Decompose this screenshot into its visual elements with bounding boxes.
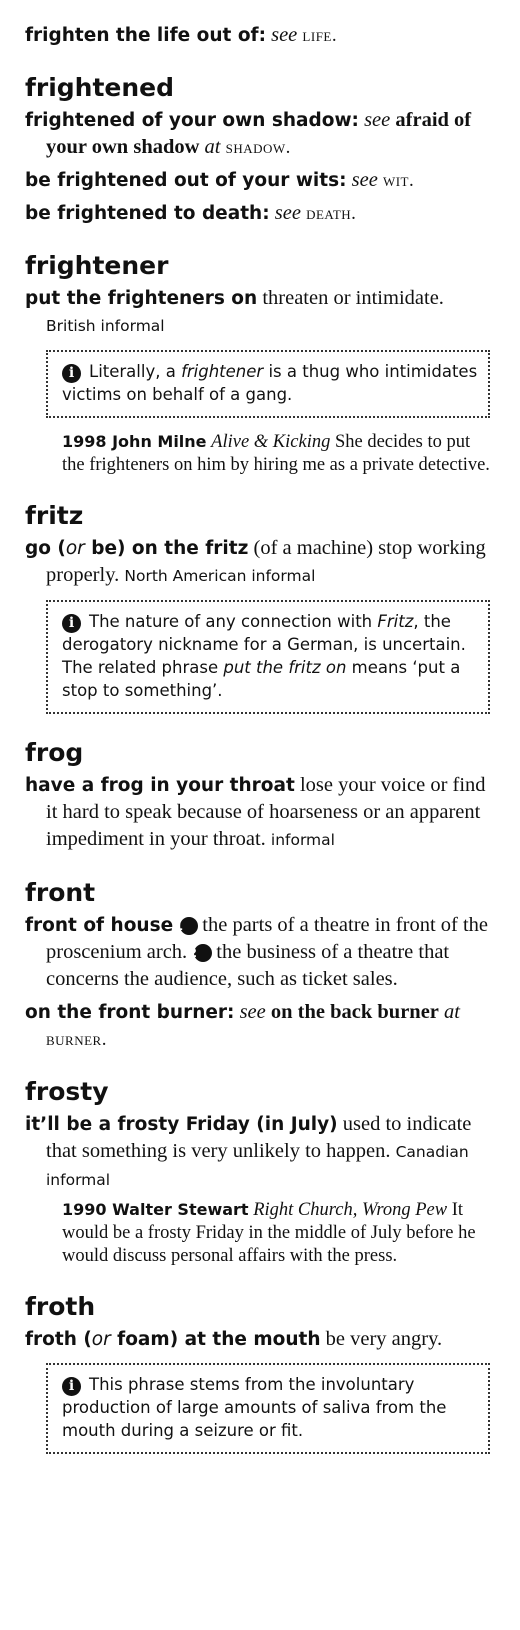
phrase: front of house xyxy=(25,915,174,936)
info-circle-icon: i xyxy=(62,364,81,383)
headword-frosty: frosty xyxy=(25,1077,109,1106)
register-label: British informal xyxy=(46,317,165,335)
citation-author: 1998 John Milne xyxy=(62,432,207,451)
definition: be very angry. xyxy=(325,1328,443,1350)
phrase-entry: froth (or foam) at the mouth be very ang… xyxy=(25,1326,490,1353)
phrase-entry: front of house 1 the parts of a theatre i… xyxy=(25,912,490,993)
phrase: frighten the life out of xyxy=(25,25,259,46)
phrase-entry: have a frog in your throat lose your voi… xyxy=(25,772,490,854)
see-label: see xyxy=(351,169,378,191)
info-note: i The nature of any connection with Fritz… xyxy=(46,600,490,714)
phrase: put the frighteners on xyxy=(25,288,258,309)
phrase-entry: be frightened out of your wits: see wit. xyxy=(25,169,415,191)
info-circle-icon: i xyxy=(62,614,81,633)
phrase-entry: put the frighteners on threaten or intim… xyxy=(25,285,490,340)
at-label: at xyxy=(444,1001,460,1023)
crossref-target: life. xyxy=(302,25,338,46)
phrase: be frightened out of your wits xyxy=(25,170,340,191)
headword-frightener: frightener xyxy=(25,251,169,280)
phrase-entry: on the front burner: see on the back bur… xyxy=(25,1001,460,1050)
citation-source: Right Church, Wrong Pew xyxy=(253,1200,448,1220)
citation-quote: 1990 Walter Stewart Right Church, Wrong … xyxy=(62,1198,490,1268)
info-circle-icon: i xyxy=(62,1377,81,1396)
phrase: be frightened to death xyxy=(25,203,263,224)
crossref-target: shadow. xyxy=(225,137,291,158)
phrase: froth (or foam) at the mouth xyxy=(25,1329,321,1350)
sense-number-icon: 1 xyxy=(175,917,199,935)
register-label: North American informal xyxy=(124,567,316,585)
crossref-frighten-life: frighten the life out of: see life. xyxy=(25,24,338,46)
see-label: see xyxy=(364,109,391,131)
crossref-target: death. xyxy=(306,203,357,224)
headword-froth: froth xyxy=(25,1292,96,1321)
info-note: i Literally, a frightener is a thug who i… xyxy=(46,350,490,418)
phrase-entry: frightened of your own shadow: see afrai… xyxy=(25,109,472,158)
headword-front: front xyxy=(25,878,96,907)
dictionary-page: frighten the life out of: see life. frig… xyxy=(0,0,520,1454)
crossref-target: burner. xyxy=(46,1029,107,1050)
headword-fritz: fritz xyxy=(25,501,84,530)
see-label: see xyxy=(271,24,298,46)
see-label: see xyxy=(274,202,301,224)
phrase: go (or be) on the fritz xyxy=(25,538,249,559)
definition: threaten or intimidate. xyxy=(262,287,444,309)
headword-frog: frog xyxy=(25,738,84,767)
at-label: at xyxy=(204,136,221,158)
crossref-target: wit. xyxy=(382,170,415,191)
see-label: see xyxy=(239,1001,266,1023)
phrase: frightened of your own shadow xyxy=(25,110,352,131)
register-label: informal xyxy=(270,831,335,849)
phrase: on the front burner xyxy=(25,1002,228,1023)
citation-quote: 1998 John Milne Alive & Kicking She deci… xyxy=(62,430,490,477)
phrase-entry: it’ll be a frosty Friday (in July) used … xyxy=(25,1111,490,1194)
citation-source: Alive & Kicking xyxy=(211,432,331,452)
headword-frightened: frightened xyxy=(25,73,175,102)
citation-author: 1990 Walter Stewart xyxy=(62,1200,249,1219)
phrase-entry: be frightened to death: see death. xyxy=(25,202,357,224)
phrase-entry: go (or be) on the fritz (of a machine) s… xyxy=(25,535,490,590)
info-note: i This phrase stems from the involuntary … xyxy=(46,1363,490,1454)
sense-number-icon: 2 xyxy=(189,944,213,962)
phrase: it’ll be a frosty Friday (in July) xyxy=(25,1114,338,1135)
phrase: have a frog in your throat xyxy=(25,775,295,796)
crossref-phrase: on the back burner xyxy=(270,1001,439,1023)
